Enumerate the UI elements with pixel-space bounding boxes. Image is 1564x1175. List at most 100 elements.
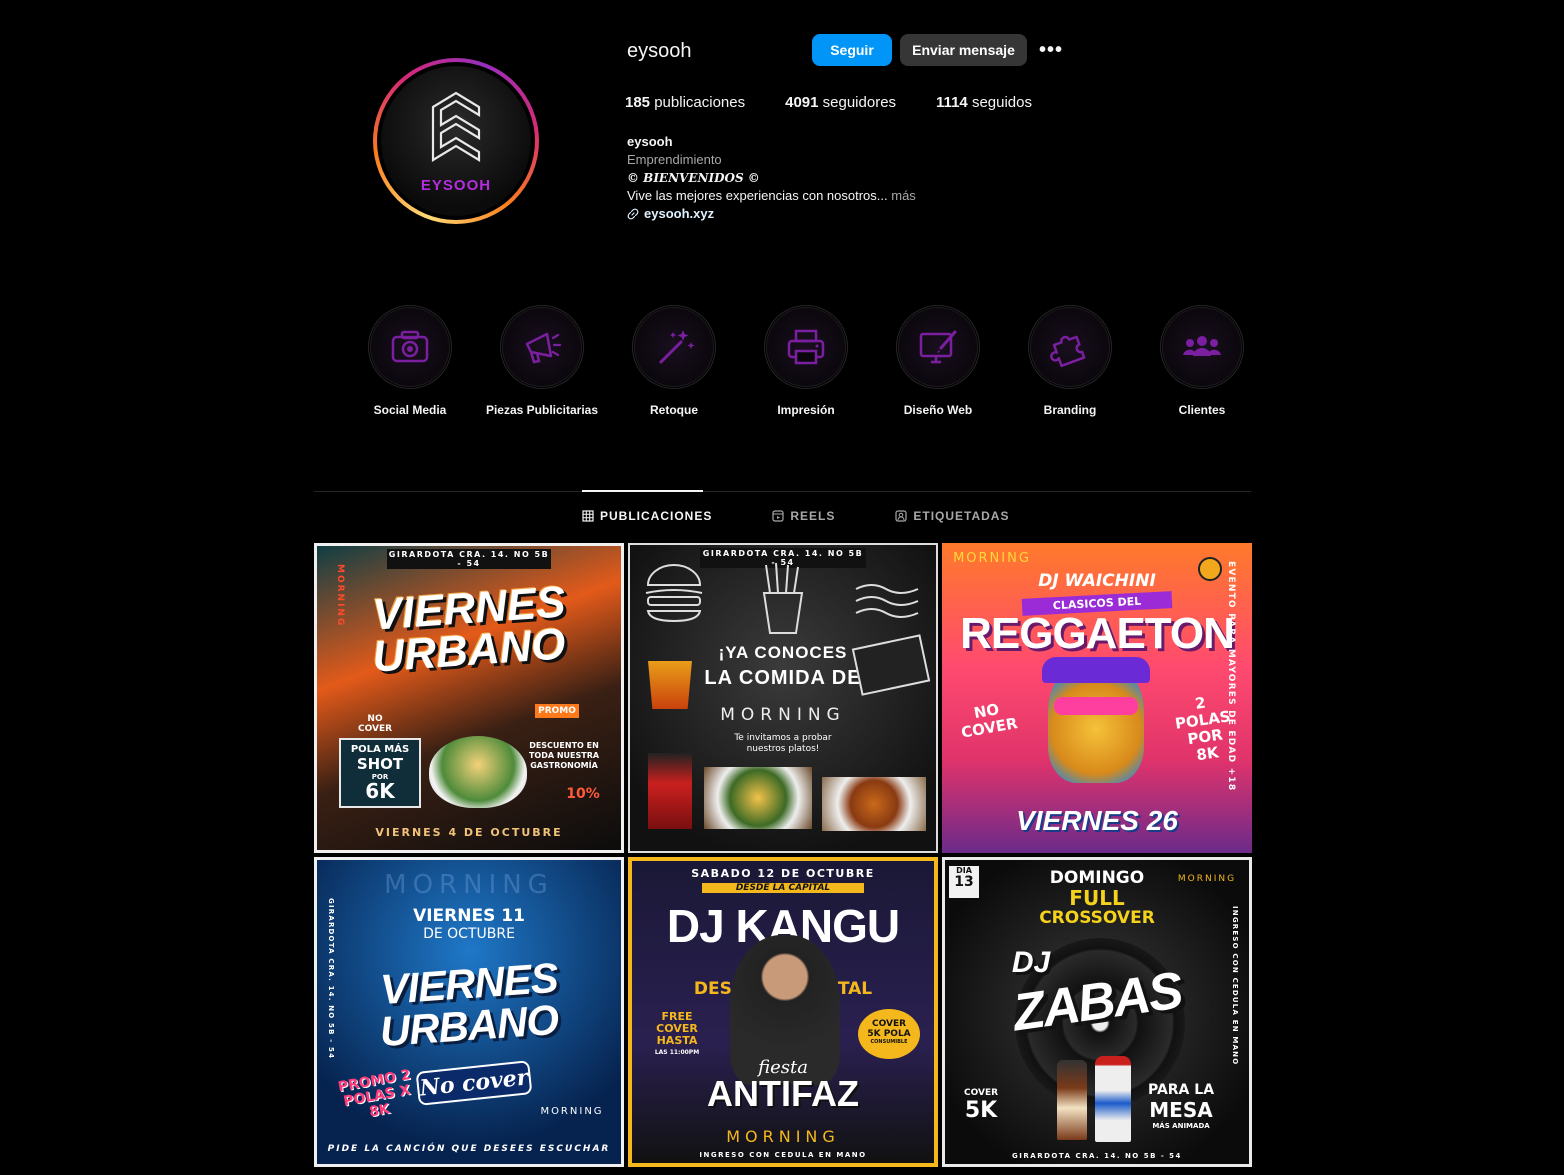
tab-etiquetadas[interactable]: ETIQUETADAS: [895, 509, 1009, 523]
sunglasses-image: [1054, 697, 1138, 715]
aguardiente-bottle-image: [1095, 1056, 1131, 1142]
bio-welcome: © BIENVENIDOS ©: [627, 171, 760, 185]
posts-stat: 185 publicaciones: [625, 94, 745, 111]
post-footer: INGRESO CON CEDULA EN MANO: [699, 1151, 867, 1159]
plate-photo-2: [822, 777, 926, 831]
camera-icon: [391, 330, 429, 363]
post-antifaz: ANTIFAZ: [707, 1073, 859, 1114]
bacon-sketch-icon: [855, 584, 919, 618]
plate-photo-1: [704, 767, 812, 829]
post-dj: DJ: [1011, 946, 1051, 979]
highlight-label: Branding: [1043, 403, 1097, 417]
post-deal-line2: SHOT: [356, 755, 404, 773]
post-sub: Te invitamos a probar nuestros platos!: [734, 733, 832, 754]
post-viernes-urbano[interactable]: GIRARDOTA CRA. 14. NO 5B - 54 MORNING VI…: [314, 543, 624, 853]
highlight-label: Impresión: [777, 403, 835, 417]
post-deal-line1: POLA MÁS: [350, 744, 410, 755]
highlight-social-media[interactable]: Social Media: [344, 305, 476, 417]
profile-tabs: PUBLICACIONES REELS ETIQUETADAS: [582, 509, 1009, 523]
avatar: EYSOOH: [381, 66, 531, 216]
bio-website-link[interactable]: eysooh.xyz: [627, 205, 916, 223]
profile-bio: eysooh Emprendimiento © BIENVENIDOS © Vi…: [627, 133, 916, 223]
posts-grid: GIRARDOTA CRA. 14. NO 5B - 54 MORNING VI…: [314, 543, 1252, 1167]
post-cover: COVER: [963, 1088, 999, 1098]
post-para3: MÁS ANIMADA: [1152, 1122, 1210, 1130]
rum-bottle-image: [1057, 1060, 1087, 1140]
more-options-icon[interactable]: •••: [1038, 38, 1064, 62]
posts-label: publicaciones: [654, 94, 746, 111]
drink-photo: [648, 753, 692, 829]
post-side-note: INGRESO CON CEDULA EN MANO: [1231, 906, 1239, 1066]
magic-wand-icon: [659, 330, 695, 364]
highlight-branding[interactable]: Branding: [1004, 305, 1136, 417]
post-discount-pct: 10%: [566, 786, 600, 802]
post-para2: MESA: [1149, 1098, 1213, 1122]
post-address: GIRARDOTA CRA. 14. NO 5B - 54: [387, 549, 551, 569]
tab-reels[interactable]: REELS: [772, 509, 835, 523]
following-stat[interactable]: 1114 seguidos: [936, 94, 1032, 111]
post-date: VIERNES 4 DE OCTUBRE: [375, 826, 563, 839]
highlight-clientes[interactable]: Clientes: [1136, 305, 1268, 417]
post-promo: PROMO 2 POLAS X 8K: [336, 1066, 412, 1121]
post-side-address: GIRARDOTA CRA. 14. NO 5B - 54: [327, 898, 335, 1060]
bio-text-row: Vive las mejores experiencias con nosotr…: [627, 187, 916, 205]
grid-icon: [582, 510, 594, 522]
post-clasicos-reggaeton[interactable]: MORNING DJ WAICHINI CLASICOS DEL REGGAET…: [942, 543, 1252, 853]
post-dj: DJ WAICHINI: [1038, 571, 1156, 591]
post-footer: PIDE LA CANCIÓN QUE DESEES ESCUCHAR: [327, 1144, 611, 1154]
post-promo: PROMO: [535, 704, 579, 718]
food-plate-image: [429, 736, 527, 808]
post-discount: DESCUENTO EN TODA NUESTRA GASTRONOMÍA: [528, 741, 600, 770]
web-design-icon: [919, 330, 957, 364]
post-dj-zabas[interactable]: DIA 13 MORNING DOMINGO FULL CROSSOVER DJ…: [942, 857, 1252, 1167]
post-dj-kangu[interactable]: SABADO 12 DE OCTUBRE DESDE LA CAPITAL DJ…: [628, 857, 938, 1167]
profile-username: eysooh: [627, 40, 692, 62]
bio-text: Vive las mejores experiencias con nosotr…: [627, 188, 888, 203]
followers-stat[interactable]: 4091 seguidores: [785, 94, 896, 111]
printer-icon: [787, 329, 825, 365]
profile-avatar-ring[interactable]: EYSOOH: [373, 58, 539, 224]
post-comida-morning[interactable]: GIRARDOTA CRA. 14. NO 5B - 54 ¡YA CONOCE…: [628, 543, 938, 853]
post-para1: PARA LA: [1147, 1082, 1215, 1098]
reels-icon: [772, 510, 784, 522]
highlight-label: Clientes: [1178, 403, 1226, 417]
highlight-label: Diseño Web: [903, 403, 973, 417]
post-brand-watermark: MORNING: [384, 870, 554, 900]
post-address: GIRARDOTA CRA. 14. NO 5B - 54: [1012, 1152, 1182, 1160]
highlight-piezas-publicitarias[interactable]: Piezas Publicitarias: [476, 305, 608, 417]
send-message-button[interactable]: Enviar mensaje: [900, 34, 1027, 66]
burger-sketch-icon: [645, 564, 703, 623]
post-cover-val: 5K: [964, 1098, 998, 1123]
highlight-label: Retoque: [650, 403, 698, 417]
post-side-note: EVENTO PARA MAYORES DE EDAD +18: [1226, 561, 1236, 792]
highlight-label: Social Media: [373, 403, 447, 417]
post-date-line2: DE OCTUBRE: [423, 926, 515, 942]
tab-label: ETIQUETADAS: [913, 509, 1010, 523]
follow-button[interactable]: Seguir: [812, 34, 892, 66]
following-label: seguidos: [971, 94, 1032, 111]
users-icon: [1183, 336, 1221, 356]
bio-name: eysooh: [627, 134, 673, 149]
followers-label: seguidores: [822, 94, 897, 111]
tab-publicaciones[interactable]: PUBLICACIONES: [582, 509, 712, 523]
megaphone-icon: [525, 332, 562, 364]
post-brand: MORNING: [540, 1106, 604, 1117]
post-no-cover: No cover: [415, 1060, 533, 1106]
avatar-brand-text: EYSOOH: [420, 176, 492, 194]
highlight-impresion[interactable]: Impresión: [740, 305, 872, 417]
post-title: REGGAETON: [960, 609, 1235, 658]
profile-stats: 185 publicaciones 4091 seguidores 1114 s…: [625, 94, 1072, 111]
cover-badge: COVER 5K POLA CONSUMIBLE: [858, 1009, 920, 1059]
bio-more-link[interactable]: más: [891, 188, 916, 203]
post-viernes-urbano-11[interactable]: MORNING VIERNES 11 DE OCTUBRE VIERNES UR…: [314, 857, 624, 1167]
post-cover-sub: CONSUMIBLE: [870, 1039, 908, 1045]
post-brand: MORNING: [726, 1127, 840, 1146]
post-brand: MORNING: [953, 551, 1031, 566]
following-count: 1114: [936, 94, 968, 111]
bio-category: Emprendimiento: [627, 152, 722, 167]
highlight-retoque[interactable]: Retoque: [608, 305, 740, 417]
post-no-cover: NO COVER: [959, 700, 1019, 742]
bio-link-text: eysooh.xyz: [644, 206, 715, 221]
story-highlights: Social Media Piezas Publicitarias Retoqu…: [344, 305, 1268, 417]
highlight-diseno-web[interactable]: Diseño Web: [872, 305, 1004, 417]
